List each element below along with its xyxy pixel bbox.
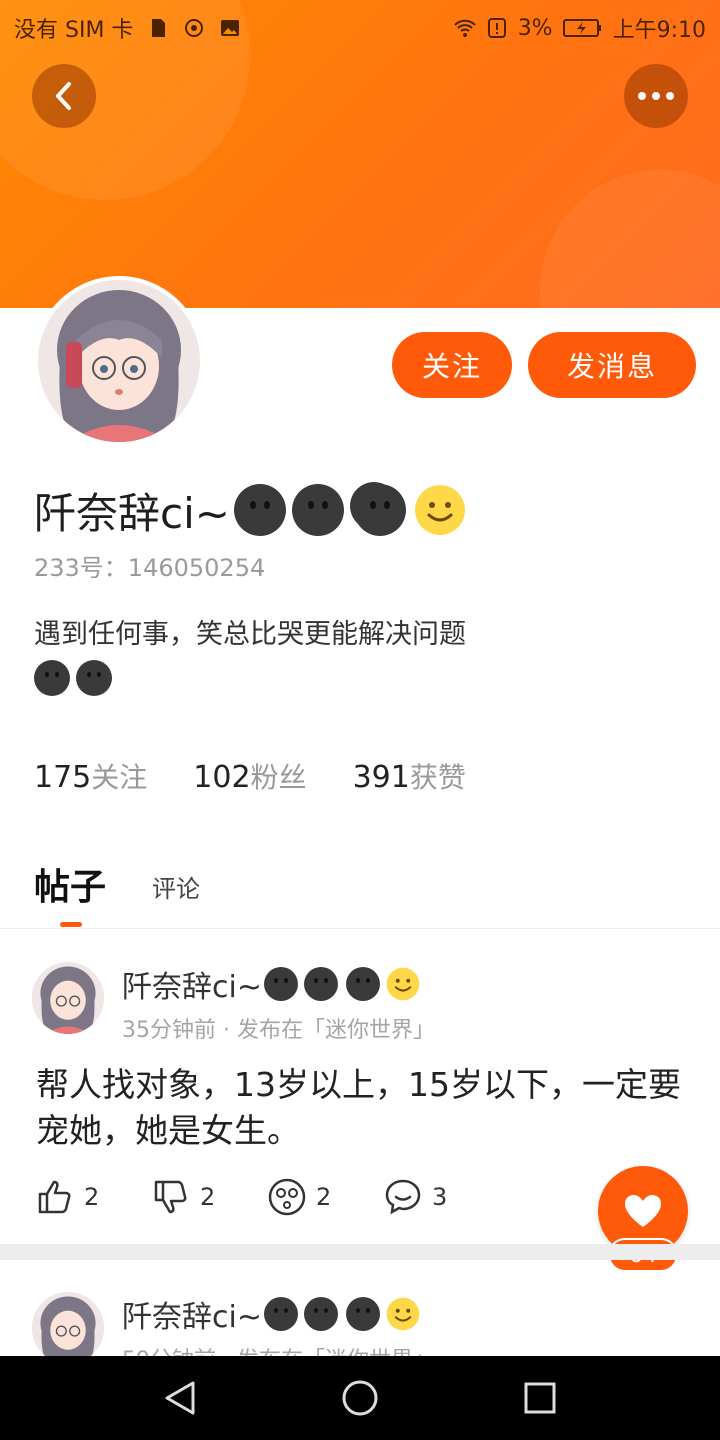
post-separator xyxy=(0,1244,720,1260)
smile-emoji-icon xyxy=(414,485,465,535)
dislike-count: 2 xyxy=(200,1183,216,1211)
stat-likes[interactable]: 391获赞 xyxy=(353,756,466,796)
smile-emoji-icon xyxy=(386,967,420,1001)
user-id: 233号：146050254 xyxy=(34,554,266,582)
dark-face-emoji-icon xyxy=(345,1297,380,1331)
dark-face-emoji-icon xyxy=(263,967,298,1001)
more-options-button[interactable] xyxy=(624,64,688,128)
thumbs-up-icon xyxy=(38,1180,71,1214)
post-content[interactable]: 帮人找对象，13岁以上，15岁以下，一定要宠她，她是女生。 xyxy=(36,1062,686,1154)
avatar-image xyxy=(38,280,200,442)
heart-icon xyxy=(625,1195,661,1227)
stat-followers[interactable]: 102粉丝 xyxy=(193,756,306,796)
avatar-image xyxy=(32,962,104,1034)
profile-bio: 遇到任何事，笑总比哭更能解决问题 xyxy=(34,619,466,650)
dark-face-emoji-icon xyxy=(345,967,380,1001)
tab-comments[interactable]: 评论 xyxy=(152,869,200,910)
nav-home-button[interactable] xyxy=(338,1376,382,1420)
profile-stats: 175关注 102粉丝 391获赞 xyxy=(34,756,466,796)
like-button[interactable]: 2 xyxy=(36,1178,152,1216)
dark-face-emoji-icon xyxy=(303,967,338,1001)
chevron-left-icon xyxy=(56,82,71,110)
post-author-avatar[interactable] xyxy=(32,962,104,1034)
username-text: 阡奈辞ci~ xyxy=(34,488,230,538)
follow-button[interactable]: 关注 xyxy=(392,332,512,398)
avatar-image xyxy=(32,1292,104,1364)
dizzy-face-icon xyxy=(268,1178,306,1216)
dark-face-emoji-icon xyxy=(233,484,286,536)
sd-card-icon xyxy=(152,19,166,37)
alert-icon xyxy=(487,18,506,38)
stat-following[interactable]: 175关注 xyxy=(34,756,147,796)
carrier-text: 没有 SIM 卡 xyxy=(14,18,134,43)
thumbs-down-icon xyxy=(154,1180,187,1214)
profile-avatar[interactable] xyxy=(34,276,204,446)
bio-emojis xyxy=(34,660,112,696)
dizzy-count: 2 xyxy=(316,1183,332,1211)
tab-posts[interactable]: 帖子 xyxy=(34,858,106,910)
system-navigation-bar xyxy=(0,1356,720,1440)
dark-face-emoji-icon xyxy=(34,660,70,696)
dark-face-emoji-icon xyxy=(353,484,406,536)
circle-home-icon xyxy=(342,1380,378,1416)
dislike-button[interactable]: 2 xyxy=(152,1178,268,1216)
square-recents-icon xyxy=(524,1382,556,1414)
post-author-name[interactable]: 阡奈辞ci~ xyxy=(122,964,420,1005)
header-decoration xyxy=(540,170,720,308)
nav-back-button[interactable] xyxy=(158,1376,202,1420)
like-count: 2 xyxy=(84,1183,100,1211)
profile-tabs: 帖子 评论 xyxy=(34,858,200,910)
smile-emoji-icon xyxy=(386,1297,420,1331)
image-icon xyxy=(221,20,240,36)
profile-header-banner: 没有 SIM 卡 3% 上午9:10 xyxy=(0,0,720,308)
dark-face-emoji-icon xyxy=(263,1297,298,1331)
tabs-divider xyxy=(0,928,720,929)
active-tab-indicator xyxy=(60,922,82,927)
comment-count: 3 xyxy=(432,1183,448,1211)
post-author-name[interactable]: 阡奈辞ci~ xyxy=(122,1294,420,1335)
comment-button[interactable]: 3 xyxy=(384,1178,500,1216)
author-name-text: 阡奈辞ci~ xyxy=(122,970,262,1005)
post-actions: 2 2 2 3 xyxy=(36,1178,500,1216)
dark-face-emoji-icon xyxy=(303,1297,338,1331)
dizzy-reaction-button[interactable]: 2 xyxy=(268,1178,384,1216)
battery-percent: 3% xyxy=(517,15,553,41)
post-author-avatar[interactable] xyxy=(32,1292,104,1364)
clock: 上午9:10 xyxy=(612,18,706,43)
hotspot-icon xyxy=(185,19,204,37)
author-name-text: 阡奈辞ci~ xyxy=(122,1300,262,1335)
wifi-icon xyxy=(453,19,476,37)
more-dots-icon xyxy=(638,92,674,100)
dark-face-emoji-icon xyxy=(291,484,344,536)
profile-username: 阡奈辞ci~ xyxy=(34,480,466,540)
battery-charging-icon xyxy=(562,19,601,37)
post-meta: 35分钟前 · 发布在「迷你世界」 xyxy=(122,1018,435,1043)
status-bar: 没有 SIM 卡 3% 上午9:10 xyxy=(0,0,720,50)
nav-recents-button[interactable] xyxy=(518,1376,562,1420)
send-message-button[interactable]: 发消息 xyxy=(528,332,696,398)
comment-bubble-icon xyxy=(385,1179,421,1215)
triangle-back-icon xyxy=(165,1381,195,1415)
dark-face-emoji-icon xyxy=(76,660,112,696)
back-button[interactable] xyxy=(32,64,96,128)
